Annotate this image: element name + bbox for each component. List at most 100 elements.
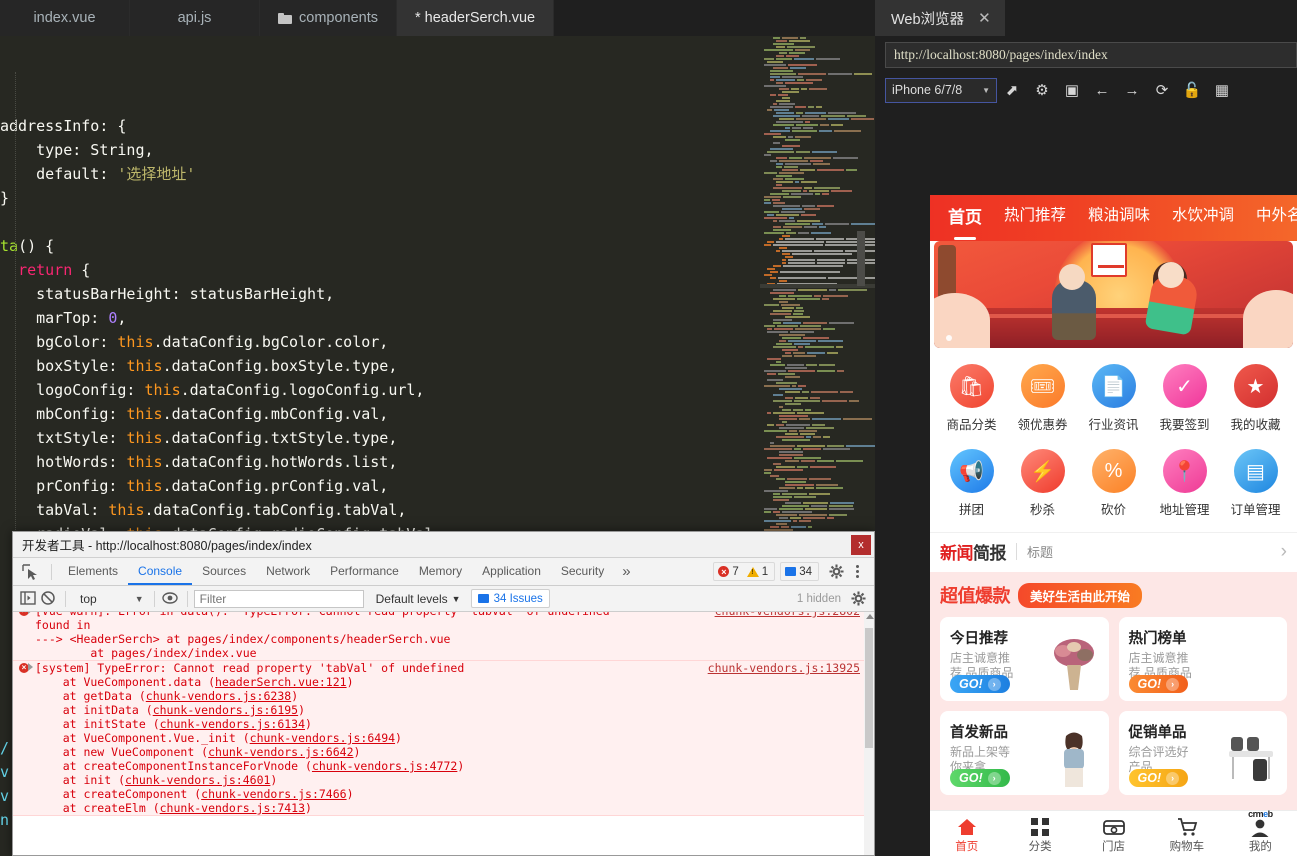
app-nav-tab-3[interactable]: 水饮冲调: [1172, 203, 1234, 225]
open-external-icon[interactable]: ⬈: [997, 77, 1027, 103]
promo-card-go-button[interactable]: GO! ›: [1128, 675, 1189, 693]
quick-entry-领优惠券[interactable]: 🎟 领优惠券: [1007, 358, 1078, 443]
source-link[interactable]: chunk-vendors.js:6195: [153, 703, 298, 717]
source-link[interactable]: chunk-vendors.js:13925: [708, 661, 860, 675]
console-message[interactable]: × [system] TypeError: Cannot read propert…: [13, 661, 874, 816]
devtools-tab-performance[interactable]: Performance: [320, 558, 409, 585]
inspect-element-icon[interactable]: [19, 562, 41, 582]
console-scrollbar[interactable]: [864, 612, 874, 855]
devtools-tab-sources[interactable]: Sources: [192, 558, 256, 585]
promo-card-go-button[interactable]: GO! ›: [1128, 769, 1189, 787]
app-tab-购物车[interactable]: 购物车: [1150, 811, 1223, 856]
hero-banner-image[interactable]: [934, 241, 1293, 348]
expand-arrow-icon[interactable]: [28, 612, 33, 614]
console-message-list[interactable]: ×[Vue warn]: Error in data(): "TypeError…: [13, 612, 874, 855]
devtools-tab-elements[interactable]: Elements: [58, 558, 128, 585]
app-nav-tab-1[interactable]: 热门推荐: [1004, 203, 1066, 225]
editor-tab-2[interactable]: components: [260, 0, 397, 36]
message-count-badge[interactable]: 34: [780, 562, 819, 581]
app-tab-门店[interactable]: 门店: [1077, 811, 1150, 856]
minimap-segment: [796, 297, 820, 300]
quick-entry-glyph: %: [1104, 459, 1123, 482]
settings-gear-icon[interactable]: ⚙: [1027, 77, 1057, 103]
promo-card[interactable]: 今日推荐 店主诚意推荐 品质商品 GO! ›: [940, 617, 1109, 701]
more-options-icon[interactable]: [850, 565, 864, 578]
devtools-tab-console[interactable]: Console: [128, 558, 193, 585]
forward-arrow-icon[interactable]: →: [1117, 77, 1147, 103]
console-icon[interactable]: ▣: [1057, 77, 1087, 103]
close-icon[interactable]: x: [851, 534, 871, 555]
chevron-right-icon[interactable]: ›: [1281, 541, 1287, 563]
code-editor-text[interactable]: addressInfo: { type: String, default: '选…: [0, 36, 760, 531]
source-link[interactable]: chunk-vendors.js:7413: [160, 801, 305, 815]
source-link[interactable]: chunk-vendors.js:4601: [125, 773, 270, 787]
quick-entry-秒杀[interactable]: ⚡ 秒杀: [1007, 443, 1078, 528]
back-arrow-icon[interactable]: ←: [1087, 77, 1117, 103]
browser-tab[interactable]: Web浏览器 ✕: [875, 0, 1005, 36]
app-tab-我的[interactable]: crmeb 我的: [1224, 809, 1297, 856]
minimap-viewport-thumb[interactable]: [857, 231, 865, 286]
minimap-segment: [767, 327, 772, 330]
promo-card-go-button[interactable]: GO! ›: [950, 675, 1010, 693]
promo-card-go-button[interactable]: GO! ›: [950, 769, 1010, 787]
promo-card[interactable]: 首发新品 新品上架等你来拿 GO! ›: [940, 711, 1109, 795]
close-icon[interactable]: ✕: [978, 9, 991, 27]
app-tab-首页[interactable]: 首页: [930, 811, 1003, 856]
app-nav-tab-0[interactable]: 首页: [948, 203, 982, 240]
quick-entry-地址管理[interactable]: 📍 地址管理: [1149, 443, 1220, 528]
console-filter-input[interactable]: [193, 589, 364, 608]
device-select[interactable]: iPhone 6/7/8 ▼: [885, 77, 997, 103]
news-brief-row[interactable]: 新闻简报 标题 ›: [930, 532, 1297, 570]
devtools-tab-network[interactable]: Network: [256, 558, 320, 585]
promo-card[interactable]: 热门榜单 店主诚意推荐 品质商品 GO! ›: [1118, 617, 1287, 701]
quick-entry-我的收藏[interactable]: ★ 我的收藏: [1220, 358, 1291, 443]
expand-arrow-icon[interactable]: [28, 663, 33, 671]
editor-tab-1[interactable]: api.js: [130, 0, 260, 36]
editor-tab-label: * headerSerch.vue: [415, 10, 536, 26]
quick-entry-拼团[interactable]: 📢 拼团: [936, 443, 1007, 528]
live-expression-eye-icon[interactable]: [161, 590, 181, 608]
promo-card[interactable]: 促销单品 综合评选好产品 GO! ›: [1118, 711, 1287, 795]
quick-entry-商品分类[interactable]: 🛍 商品分类: [936, 358, 1007, 443]
log-levels-select[interactable]: Default levels ▼: [376, 592, 461, 606]
source-link[interactable]: headerSerch.vue:121: [215, 675, 347, 689]
quick-entry-砍价[interactable]: % 砍价: [1078, 443, 1149, 528]
editor-tab-0[interactable]: index.vue: [0, 0, 130, 36]
scroll-up-icon[interactable]: [866, 614, 874, 619]
quick-entry-行业资讯[interactable]: 📄 行业资讯: [1078, 358, 1149, 443]
devtools-tab-memory[interactable]: Memory: [409, 558, 472, 585]
source-link[interactable]: chunk-vendors.js:4772: [312, 759, 457, 773]
app-nav-tab-2[interactable]: 粮油调味: [1088, 203, 1150, 225]
source-link[interactable]: chunk-vendors.js:6642: [208, 745, 353, 759]
console-message[interactable]: ×[Vue warn]: Error in data(): "TypeError…: [13, 612, 874, 661]
gear-icon[interactable]: [829, 564, 844, 579]
error-count-badge[interactable]: × 7 1: [713, 562, 776, 581]
qrcode-icon[interactable]: ▦: [1207, 77, 1237, 103]
quick-entry-glyph: ✓: [1176, 375, 1193, 398]
more-tabs-icon[interactable]: »: [614, 563, 638, 580]
devtools-tab-security[interactable]: Security: [551, 558, 614, 585]
banner-pagination-dot[interactable]: [946, 335, 952, 341]
source-link[interactable]: chunk-vendors.js:6134: [160, 717, 305, 731]
app-nav-tab-4[interactable]: 中外名酒: [1256, 203, 1297, 225]
issues-button[interactable]: 34 Issues: [470, 589, 550, 608]
editor-tab-3[interactable]: * headerSerch.vue: [397, 0, 555, 36]
quick-entry-我要签到[interactable]: ✓ 我要签到: [1149, 358, 1220, 443]
url-input[interactable]: http://localhost:8080/pages/index/index: [885, 42, 1297, 68]
clear-console-icon[interactable]: [39, 590, 59, 608]
scrollbar-thumb[interactable]: [865, 628, 873, 748]
devtools-tab-application[interactable]: Application: [472, 558, 551, 585]
lock-icon[interactable]: 🔓: [1177, 77, 1207, 103]
execution-context-select[interactable]: top ▼: [72, 592, 148, 606]
code-minimap[interactable]: [760, 36, 875, 531]
source-link[interactable]: chunk-vendors.js:6238: [146, 689, 291, 703]
mobile-preview-frame[interactable]: 首页热门推荐粮油调味水饮冲调中外名酒 🛍商品分类🎟领优惠券📄行业资讯✓我要签到★…: [930, 195, 1297, 856]
app-tab-分类[interactable]: 分类: [1003, 811, 1076, 856]
console-settings-gear-icon[interactable]: [851, 591, 866, 606]
source-link[interactable]: chunk-vendors.js:7466: [201, 787, 346, 801]
reload-icon[interactable]: ⟳: [1147, 77, 1177, 103]
source-link[interactable]: chunk-vendors.js:6494: [250, 731, 395, 745]
quick-entry-订单管理[interactable]: ▤ 订单管理: [1220, 443, 1291, 528]
minimap-segment: [764, 243, 771, 246]
clear-console-sidebar-icon[interactable]: [19, 590, 39, 608]
